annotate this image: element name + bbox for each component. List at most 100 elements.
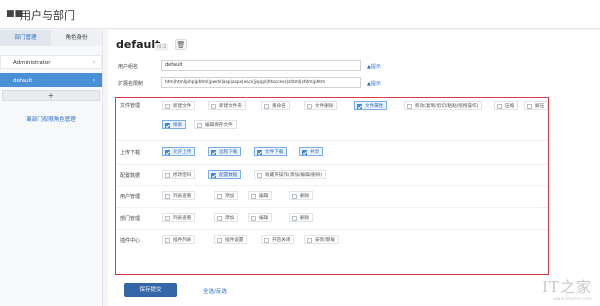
opt-remote-download[interactable]: 远程下载	[208, 147, 242, 156]
tab-departments[interactable]: 部门管理	[0, 30, 51, 46]
checkbox-icon	[292, 216, 297, 221]
opt-user-edit[interactable]: 编辑	[248, 191, 273, 200]
watermark-logo: IT之家	[542, 278, 592, 296]
checkbox-checked-icon	[165, 150, 170, 155]
checkbox-checked-icon	[165, 123, 170, 128]
sidebar-item-administrator[interactable]: Administrator ›	[0, 55, 102, 69]
checkbox-icon	[307, 104, 312, 109]
sidebar: 部门管理 角色身份 Administrator › default › + 离部…	[0, 30, 103, 306]
role-name-heading: default	[116, 38, 161, 51]
checkbox-icon	[165, 194, 170, 199]
watermark-url: www.ithome.com	[553, 297, 592, 302]
opt-file-download[interactable]: 文件下载	[254, 147, 288, 156]
permission-row-config: 配置数据 修改密码 配置数据 收藏夹操作(添加/编辑/删除)	[116, 165, 548, 186]
permission-row-file: 文件管理 新建文件 新建文件夹 重命名 文件删除 文件属性 移动(复制/剪切/粘…	[116, 98, 549, 141]
checkbox-checked-icon	[211, 173, 216, 178]
checkbox-icon	[165, 238, 170, 243]
add-role-button[interactable]: +	[2, 90, 100, 101]
permissions-panel: 文件管理 新建文件 新建文件夹 重命名 文件删除 文件属性 移动(复制/剪切/粘…	[115, 97, 549, 275]
sidebar-item-label: Administrator	[13, 60, 51, 66]
checkbox-icon	[407, 104, 412, 109]
extension-limit-input[interactable]: htm|html|php|phtml|pwml|asp|aspx|ascx|js…	[161, 77, 361, 88]
opt-user-add[interactable]: 添加	[214, 191, 239, 200]
role-management-link[interactable]: 离部门权限角色管理	[0, 115, 102, 123]
role-id-badge: id:2	[155, 43, 169, 51]
opt-compress[interactable]: 压缩	[494, 101, 519, 110]
checkbox-icon	[292, 194, 297, 199]
opt-edit-save[interactable]: 编辑保存文件	[194, 120, 237, 129]
checkbox-icon	[251, 194, 256, 199]
main-panel: default id:2 🗑 用户组名 default ▲提示 扩展名限制 ht…	[108, 30, 600, 306]
permission-row-plugins: 插件中心 插件列表 插件设置 开启关闭 安装/卸载	[116, 230, 548, 252]
permission-group-label: 文件管理	[120, 103, 141, 109]
opt-plugin-install[interactable]: 安装/卸载	[304, 235, 339, 244]
checkbox-icon	[497, 104, 502, 109]
watermark: IT之家 www.ithome.com	[542, 276, 592, 302]
permission-group-label: 配置数据	[120, 173, 141, 179]
opt-dept-delete[interactable]: 删除	[289, 213, 314, 222]
group-name-label: 用户组名	[118, 64, 139, 70]
checkbox-icon	[527, 104, 532, 109]
checkbox-icon	[217, 216, 222, 221]
title-bar: ■■ 用户与部门	[0, 0, 600, 29]
opt-new-file[interactable]: 新建文件	[162, 101, 196, 110]
checkbox-icon	[264, 104, 269, 109]
opt-file-delete[interactable]: 文件删除	[304, 101, 338, 110]
sidebar-tabs: 部门管理 角色身份	[0, 30, 102, 46]
opt-user-delete[interactable]: 删除	[289, 191, 314, 200]
permission-group-label: 用户管理	[120, 194, 141, 200]
opt-search[interactable]: 搜索	[162, 120, 187, 129]
opt-move[interactable]: 移动(复制/剪切/粘贴/拖拽操作)	[404, 101, 483, 110]
checkbox-checked-icon	[302, 150, 307, 155]
save-submit-button[interactable]: 保存提交	[124, 283, 177, 297]
page-title: 用户与部门	[20, 9, 75, 22]
opt-plugin-list[interactable]: 插件列表	[162, 235, 196, 244]
group-name-input[interactable]: default	[161, 60, 361, 71]
checkbox-icon	[307, 238, 312, 243]
group-name-hint[interactable]: ▲提示	[367, 63, 381, 70]
checkbox-icon	[165, 173, 170, 178]
opt-file-properties[interactable]: 文件属性	[354, 101, 388, 110]
extension-limit-label: 扩展名限制	[118, 81, 144, 87]
opt-dept-edit[interactable]: 编辑	[248, 213, 273, 222]
permission-group-label: 上传下载	[120, 150, 141, 156]
opt-plugin-settings[interactable]: 插件设置	[214, 235, 248, 244]
tab-roles[interactable]: 角色身份	[51, 30, 102, 46]
checkbox-checked-icon	[257, 150, 262, 155]
opt-dept-list[interactable]: 列表查看	[162, 213, 196, 222]
opt-plugin-toggle[interactable]: 开启关闭	[261, 235, 295, 244]
opt-extract[interactable]: 解压	[524, 101, 549, 110]
opt-change-password[interactable]: 修改密码	[162, 170, 196, 179]
opt-config-data[interactable]: 配置数据	[208, 170, 242, 179]
chevron-right-icon: ›	[92, 77, 95, 84]
opt-new-folder[interactable]: 新建文件夹	[208, 101, 246, 110]
checkbox-icon	[217, 238, 222, 243]
checkbox-checked-icon	[211, 150, 216, 155]
checkbox-icon	[197, 123, 202, 128]
checkbox-icon	[165, 104, 170, 109]
select-all-link[interactable]: 全选/反选	[203, 287, 227, 295]
opt-user-list[interactable]: 列表查看	[162, 191, 196, 200]
opt-rename[interactable]: 重命名	[261, 101, 290, 110]
checkbox-checked-icon	[357, 104, 362, 109]
sidebar-item-default[interactable]: default ›	[0, 73, 102, 87]
trash-icon[interactable]: 🗑	[175, 39, 187, 50]
opt-favorites[interactable]: 收藏夹操作(添加/编辑/删除)	[254, 170, 327, 179]
opt-dept-add[interactable]: 添加	[214, 213, 239, 222]
extension-limit-hint[interactable]: ▲提示	[367, 80, 381, 87]
sidebar-item-label: default	[13, 78, 33, 84]
checkbox-icon	[165, 216, 170, 221]
permission-group-label: 插件中心	[120, 238, 141, 244]
permission-row-transfer: 上传下载 允许上传 远程下载 文件下载 共享	[116, 141, 548, 165]
checkbox-icon	[264, 238, 269, 243]
checkbox-icon	[211, 104, 216, 109]
checkbox-icon	[251, 216, 256, 221]
opt-allow-upload[interactable]: 允许上传	[162, 147, 196, 156]
checkbox-icon	[217, 194, 222, 199]
permission-group-label: 部门管理	[120, 216, 141, 222]
checkbox-icon	[257, 173, 262, 178]
permission-row-departments: 部门管理 列表查看 添加 编辑 删除	[116, 208, 548, 230]
permission-row-users: 用户管理 列表查看 添加 编辑 删除	[116, 186, 548, 208]
chevron-right-icon: ›	[92, 59, 95, 66]
opt-share[interactable]: 共享	[299, 147, 324, 156]
